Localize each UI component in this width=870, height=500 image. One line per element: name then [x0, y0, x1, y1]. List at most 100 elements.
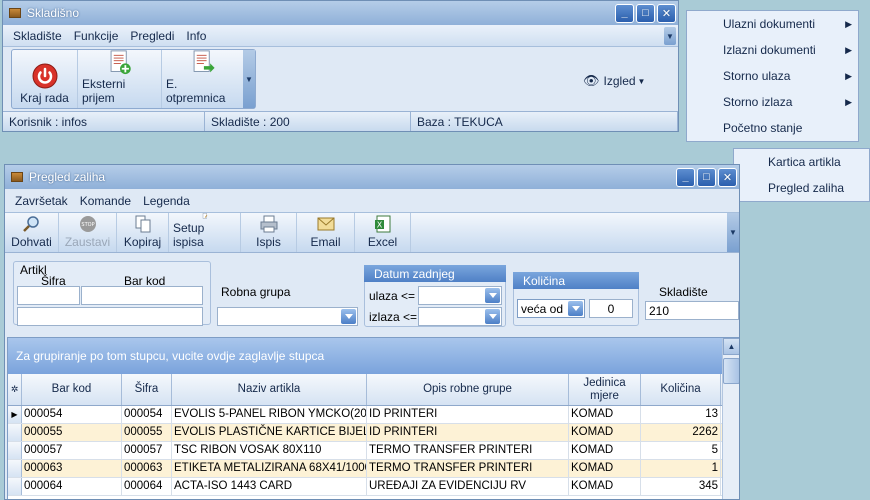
email-button[interactable]: Email	[297, 213, 355, 252]
cell-jedinica-mjere[interactable]: KOMAD	[569, 460, 641, 477]
row-indicator[interactable]	[8, 442, 22, 459]
main-titlebar[interactable]: Skladišno _ □ ✕	[3, 1, 678, 25]
excel-button[interactable]: X Excel	[355, 213, 411, 252]
kraj-rada-button[interactable]: Kraj rada	[12, 50, 78, 108]
menu-skladiste[interactable]: Skladište	[7, 29, 68, 43]
menu-pregledi[interactable]: Pregledi	[124, 29, 180, 43]
child-close-button[interactable]: ✕	[718, 167, 737, 187]
current-row-indicator-icon[interactable]: ▶	[8, 406, 22, 423]
cell-kolicina[interactable]: 5	[641, 442, 721, 459]
izgled-button[interactable]: 👁 Izgled ▼	[583, 73, 645, 89]
table-row[interactable]: 000057 000057 TSC RIBON VOSAK 80X110 TERMO …	[8, 442, 739, 460]
menu-info[interactable]: Info	[180, 29, 212, 43]
setup-ispisa-button[interactable]: Setup ispisa	[169, 213, 241, 252]
cell-naziv-artikla[interactable]: EVOLIS PLASTIČNE KARTICE BIJELE	[172, 424, 367, 441]
scroll-thumb[interactable]	[723, 358, 739, 384]
close-button[interactable]: ✕	[657, 3, 676, 23]
cell-bar-kod[interactable]: 000063	[22, 460, 122, 477]
table-row[interactable]: 000055 000055 EVOLIS PLASTIČNE KARTICE BIJ…	[8, 424, 739, 442]
e-otpremnica-button[interactable]: E. otpremnica	[162, 50, 244, 108]
cell-opis-robne-grupe[interactable]: ID PRINTERI	[367, 406, 569, 423]
barkod-input[interactable]	[81, 286, 203, 305]
col-header-jedinica-mjere[interactable]: Jedinica mjere	[569, 374, 641, 405]
eksterni-prijem-button[interactable]: Eksterni prijem	[78, 50, 162, 108]
cell-sifra[interactable]: 000063	[122, 460, 172, 477]
cell-jedinica-mjere[interactable]: KOMAD	[569, 478, 641, 495]
cell-naziv-artikla[interactable]: TSC RIBON VOSAK 80X110	[172, 442, 367, 459]
cell-kolicina[interactable]: 1	[641, 460, 721, 477]
menu-item-storno-izlaza[interactable]: Storno izlaza ▶	[687, 89, 858, 115]
col-header-bar-kod[interactable]: Bar kod	[22, 374, 122, 405]
dropdown-arrow-icon[interactable]	[485, 288, 500, 303]
ispis-button[interactable]: Ispis	[241, 213, 297, 252]
cell-sifra[interactable]: 000054	[122, 406, 172, 423]
menu-item-ulazni-dokumenti[interactable]: Ulazni dokumenti ▶	[687, 11, 858, 37]
child-maximize-button[interactable]: □	[697, 167, 716, 187]
naziv-artikla-input[interactable]	[17, 307, 203, 326]
menu-legenda[interactable]: Legenda	[137, 194, 196, 208]
row-indicator[interactable]	[8, 478, 22, 495]
dropdown-arrow-icon[interactable]	[568, 301, 583, 316]
sifra-input[interactable]	[17, 286, 80, 305]
menu-zavrsetak[interactable]: Završetak	[9, 194, 74, 208]
dohvati-button[interactable]: Dohvati	[5, 213, 59, 252]
skladiste-input[interactable]	[645, 301, 739, 320]
cell-opis-robne-grupe[interactable]: UREĐAJI ZA EVIDENCIJU RV	[367, 478, 569, 495]
zaustavi-button[interactable]: STOP Zaustavi	[59, 213, 117, 252]
dropdown-arrow-icon[interactable]	[341, 309, 356, 324]
menu-item-kartica-artikla[interactable]: Kartica artikla	[734, 149, 869, 175]
ulaza-date-picker[interactable]	[418, 286, 502, 305]
cell-bar-kod[interactable]: 000055	[22, 424, 122, 441]
col-header-sifra[interactable]: Šifra	[122, 374, 172, 405]
cell-kolicina[interactable]: 345	[641, 478, 721, 495]
menu-item-label: Izlazni dokumenti	[723, 43, 816, 57]
menu-item-izlazni-dokumenti[interactable]: Izlazni dokumenti ▶	[687, 37, 858, 63]
izlaza-date-picker[interactable]	[418, 307, 502, 326]
kopiraj-button[interactable]: Kopiraj	[117, 213, 169, 252]
menu-item-pregled-zaliha[interactable]: Pregled zaliha	[734, 175, 869, 201]
cell-naziv-artikla[interactable]: ACTA-ISO 1443 CARD	[172, 478, 367, 495]
cell-opis-robne-grupe[interactable]: TERMO TRANSFER PRINTERI	[367, 460, 569, 477]
chevron-down-icon[interactable]: ▼	[664, 27, 676, 45]
cell-bar-kod[interactable]: 000064	[22, 478, 122, 495]
cell-jedinica-mjere[interactable]: KOMAD	[569, 442, 641, 459]
table-row[interactable]: 000064 000064 ACTA-ISO 1443 CARD UREĐAJI ZA…	[8, 478, 739, 496]
cell-naziv-artikla[interactable]: ETIKETA METALIZIRANA 68X41/1000	[172, 460, 367, 477]
kolicina-operator-select[interactable]: veća od	[517, 299, 585, 318]
col-header-naziv-artikla[interactable]: Naziv artikla	[172, 374, 367, 405]
child-titlebar[interactable]: Pregled zaliha _ □ ✕	[5, 165, 739, 189]
cell-jedinica-mjere[interactable]: KOMAD	[569, 424, 641, 441]
table-row[interactable]: ▶ 000054 000054 EVOLIS 5-PANEL RIBON YMCKO(…	[8, 406, 739, 424]
menu-item-storno-ulaza[interactable]: Storno ulaza ▶	[687, 63, 858, 89]
menu-item-pocetno-stanje[interactable]: Početno stanje	[687, 115, 858, 141]
grid-scrollbar[interactable]: ▲	[722, 338, 739, 499]
robna-grupa-select[interactable]	[217, 307, 358, 326]
cell-sifra[interactable]: 000057	[122, 442, 172, 459]
scroll-up-icon[interactable]: ▲	[723, 338, 739, 355]
cell-opis-robne-grupe[interactable]: TERMO TRANSFER PRINTERI	[367, 442, 569, 459]
row-indicator[interactable]	[8, 424, 22, 441]
cell-kolicina[interactable]: 13	[641, 406, 721, 423]
cell-naziv-artikla[interactable]: EVOLIS 5-PANEL RIBON YMCKO(200)	[172, 406, 367, 423]
dropdown-arrow-icon[interactable]	[485, 309, 500, 324]
child-minimize-button[interactable]: _	[676, 167, 695, 187]
cell-opis-robne-grupe[interactable]: ID PRINTERI	[367, 424, 569, 441]
cell-sifra[interactable]: 000055	[122, 424, 172, 441]
minimize-button[interactable]: _	[615, 3, 634, 23]
group-by-panel[interactable]: Za grupiranje po tom stupcu, vucite ovdj…	[8, 338, 739, 374]
cell-jedinica-mjere[interactable]: KOMAD	[569, 406, 641, 423]
child-toolbar-overflow-icon[interactable]: ▼	[727, 213, 739, 252]
menu-komande[interactable]: Komande	[74, 194, 137, 208]
col-header-opis-robne-grupe[interactable]: Opis robne grupe	[367, 374, 569, 405]
menu-funkcije[interactable]: Funkcije	[68, 29, 125, 43]
kolicina-input[interactable]	[589, 299, 633, 318]
cell-sifra[interactable]: 000064	[122, 478, 172, 495]
cell-bar-kod[interactable]: 000054	[22, 406, 122, 423]
maximize-button[interactable]: □	[636, 3, 655, 23]
toolbar-overflow-icon[interactable]: ▼	[243, 50, 255, 108]
cell-kolicina[interactable]: 2262	[641, 424, 721, 441]
col-header-kolicina[interactable]: Količina	[641, 374, 721, 405]
table-row[interactable]: 000063 000063 ETIKETA METALIZIRANA 68X41/1…	[8, 460, 739, 478]
row-indicator[interactable]	[8, 460, 22, 477]
cell-bar-kod[interactable]: 000057	[22, 442, 122, 459]
